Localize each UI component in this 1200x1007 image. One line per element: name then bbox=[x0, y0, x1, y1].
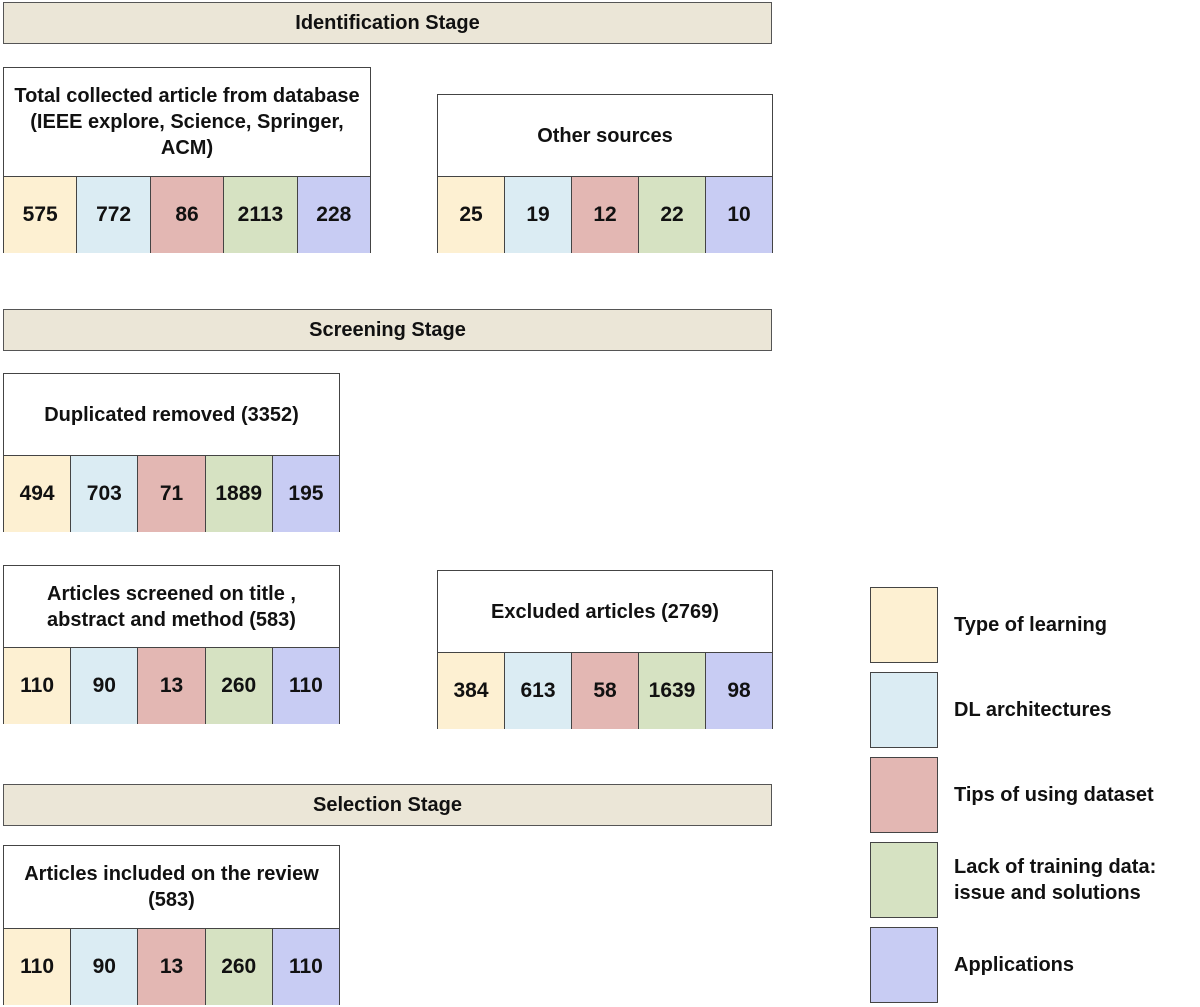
legend-item-dl-architectures: DL architectures bbox=[870, 672, 1200, 749]
count-lack-of-training-data: 2113 bbox=[223, 177, 297, 253]
legend-swatch bbox=[870, 587, 938, 663]
count-tips-of-using-dataset: 13 bbox=[137, 929, 205, 1005]
total-collected-box: Total collected article from database (I… bbox=[3, 67, 371, 253]
legend-swatch bbox=[870, 927, 938, 1003]
count-dl-architectures: 703 bbox=[70, 456, 138, 532]
legend-swatch bbox=[870, 757, 938, 833]
legend-item-tips-of-using-dataset: Tips of using dataset bbox=[870, 757, 1200, 834]
count-applications: 10 bbox=[705, 177, 772, 253]
category-counts-row: 384 613 58 1639 98 bbox=[438, 652, 772, 729]
count-tips-of-using-dataset: 58 bbox=[571, 653, 638, 729]
count-tips-of-using-dataset: 12 bbox=[571, 177, 638, 253]
category-counts-row: 494 703 71 1889 195 bbox=[4, 455, 340, 532]
other-sources-box: Other sources 25 19 12 22 10 bbox=[437, 94, 773, 253]
count-type-of-learning: 110 bbox=[4, 648, 71, 724]
count-applications: 195 bbox=[271, 456, 340, 532]
box-title: Total collected article from database (I… bbox=[14, 85, 360, 159]
count-lack-of-training-data: 22 bbox=[638, 177, 705, 253]
screening-stage-header: Screening Stage bbox=[3, 309, 772, 351]
excluded-articles-box: Excluded articles (2769) 384 613 58 1639… bbox=[437, 570, 773, 729]
legend-label: Tips of using dataset bbox=[954, 784, 1154, 806]
count-tips-of-using-dataset: 86 bbox=[149, 177, 224, 253]
category-counts-row: 25 19 12 22 10 bbox=[438, 176, 772, 253]
identification-stage-header: Identification Stage bbox=[3, 2, 772, 44]
count-applications: 110 bbox=[271, 648, 340, 724]
stage-title: Selection Stage bbox=[313, 793, 462, 816]
count-lack-of-training-data: 260 bbox=[204, 929, 272, 1005]
count-lack-of-training-data: 1889 bbox=[204, 456, 272, 532]
legend-item-type-of-learning: Type of learning bbox=[870, 587, 1200, 664]
category-counts-row: 110 90 13 260 110 bbox=[4, 647, 340, 724]
legend-label: Lack of training data: issue and solutio… bbox=[954, 856, 1157, 904]
count-dl-architectures: 19 bbox=[504, 177, 571, 253]
legend-swatch bbox=[870, 672, 938, 748]
stage-title: Screening Stage bbox=[309, 318, 466, 341]
box-title: Articles screened on title , abstract an… bbox=[47, 582, 296, 631]
category-counts-row: 110 90 13 260 110 bbox=[4, 928, 340, 1005]
count-applications: 228 bbox=[296, 177, 371, 253]
count-lack-of-training-data: 260 bbox=[204, 648, 272, 724]
count-dl-architectures: 613 bbox=[504, 653, 571, 729]
box-title: Duplicated removed (3352) bbox=[44, 403, 299, 426]
box-title: Other sources bbox=[537, 124, 673, 147]
included-articles-box: Articles included on the review (583) 11… bbox=[3, 845, 340, 1005]
duplicates-removed-box: Duplicated removed (3352) 494 703 71 188… bbox=[3, 373, 340, 532]
legend-item-lack-of-training-data: Lack of training data: issue and solutio… bbox=[870, 842, 1200, 919]
count-lack-of-training-data: 1639 bbox=[638, 653, 705, 729]
box-title: Excluded articles (2769) bbox=[491, 600, 719, 623]
count-dl-architectures: 90 bbox=[70, 929, 138, 1005]
count-type-of-learning: 384 bbox=[438, 653, 504, 729]
count-applications: 110 bbox=[271, 929, 340, 1005]
box-title: Articles included on the review (583) bbox=[24, 863, 319, 911]
count-type-of-learning: 110 bbox=[4, 929, 71, 1005]
screened-articles-box: Articles screened on title , abstract an… bbox=[3, 565, 340, 724]
selection-stage-header: Selection Stage bbox=[3, 784, 772, 826]
count-dl-architectures: 90 bbox=[70, 648, 138, 724]
stage-title: Identification Stage bbox=[295, 11, 480, 34]
legend-swatch bbox=[870, 842, 938, 918]
category-counts-row: 575 772 86 2113 228 bbox=[4, 176, 371, 253]
count-type-of-learning: 575 bbox=[4, 177, 77, 253]
count-type-of-learning: 494 bbox=[4, 456, 71, 532]
count-tips-of-using-dataset: 71 bbox=[137, 456, 205, 532]
legend-label: DL architectures bbox=[954, 699, 1112, 721]
count-tips-of-using-dataset: 13 bbox=[137, 648, 205, 724]
count-type-of-learning: 25 bbox=[438, 177, 504, 253]
count-applications: 98 bbox=[705, 653, 772, 729]
legend-item-applications: Applications bbox=[870, 927, 1200, 1004]
legend-label: Type of learning bbox=[954, 614, 1107, 636]
legend-label: Applications bbox=[954, 954, 1075, 976]
count-dl-architectures: 772 bbox=[76, 177, 150, 253]
